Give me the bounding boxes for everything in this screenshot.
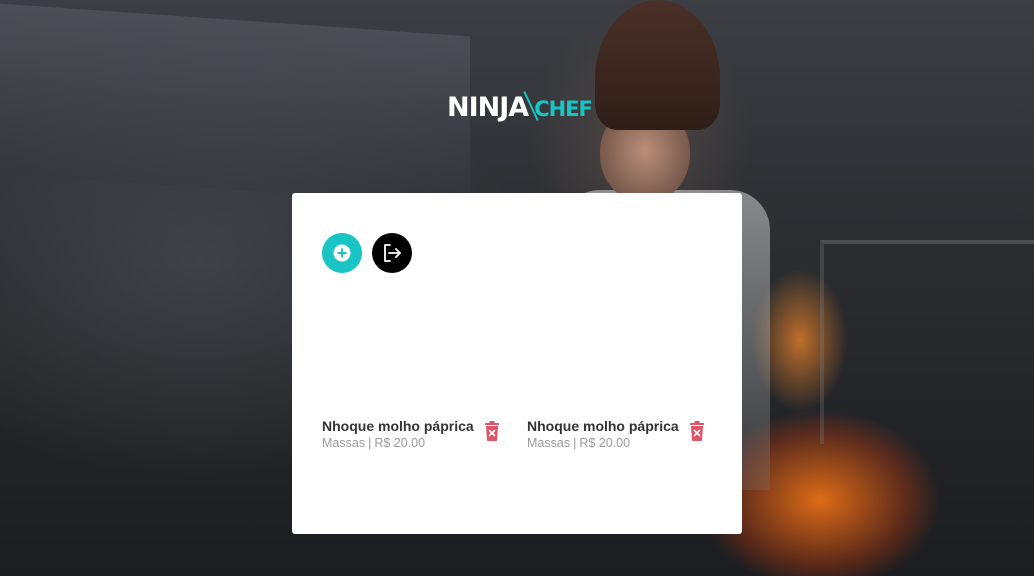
trash-icon[interactable] <box>689 421 705 441</box>
item-category: Massas <box>322 436 366 450</box>
logo-secondary-text: CHEF <box>534 97 593 121</box>
menu-card: Nhoque molho páprica Massas | R$ 20.00 Nho… <box>292 193 742 534</box>
item-details: Massas | R$ 20.00 <box>322 436 425 450</box>
app-logo: NINJA CHEF <box>447 90 593 123</box>
add-item-button[interactable] <box>322 233 362 273</box>
item-separator: | <box>368 436 372 450</box>
item-name: Nhoque molho páprica <box>322 418 474 434</box>
trash-icon[interactable] <box>484 421 500 441</box>
item-details: Massas | R$ 20.00 <box>527 436 630 450</box>
item-separator: | <box>573 436 577 450</box>
logo-primary-text: NINJA <box>447 92 529 123</box>
list-item: Nhoque molho páprica Massas | R$ 20.00 <box>527 416 712 456</box>
logout-icon <box>384 244 401 262</box>
item-category: Massas <box>527 436 571 450</box>
list-item: Nhoque molho páprica Massas | R$ 20.00 <box>322 416 507 456</box>
item-name: Nhoque molho páprica <box>527 418 679 434</box>
background-hood <box>0 3 470 207</box>
background-shelf <box>820 240 1034 444</box>
item-price: R$ 20.00 <box>374 436 426 450</box>
item-price: R$ 20.00 <box>579 436 631 450</box>
logout-button[interactable] <box>372 233 412 273</box>
plus-circle-icon <box>333 244 351 262</box>
